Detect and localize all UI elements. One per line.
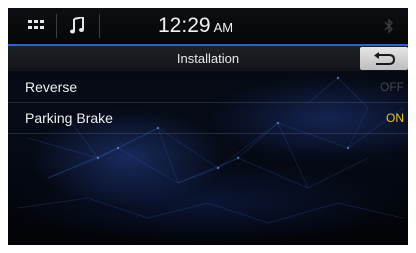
clock-time: 12:29 [158, 14, 211, 37]
title-bar: Installation [8, 46, 408, 71]
grid-menu-icon [28, 20, 44, 29]
clock-ampm: AM [213, 20, 234, 35]
setting-value: ON [386, 111, 404, 125]
bluetooth-status [374, 10, 404, 42]
audio-source-button[interactable] [58, 10, 98, 42]
status-bar: 12:29 AM [8, 8, 408, 46]
music-note-icon [70, 17, 84, 34]
bluetooth-icon [384, 18, 393, 34]
return-arrow-icon [374, 51, 396, 65]
setting-row-reverse[interactable]: Reverse OFF [8, 72, 408, 103]
back-button[interactable] [360, 47, 408, 70]
setting-row-parking-brake[interactable]: Parking Brake ON [8, 103, 408, 134]
setting-label: Parking Brake [25, 110, 113, 126]
menu-button[interactable] [16, 10, 56, 42]
status-separator [56, 14, 57, 38]
status-separator [99, 14, 100, 38]
page-title: Installation [176, 51, 240, 66]
head-unit-screen: 12:29 AM Installation Reverse OFF Parking… [8, 8, 408, 245]
setting-label: Reverse [25, 79, 78, 95]
setting-value: OFF [380, 80, 404, 94]
clock: 12:29 AM [158, 14, 308, 40]
